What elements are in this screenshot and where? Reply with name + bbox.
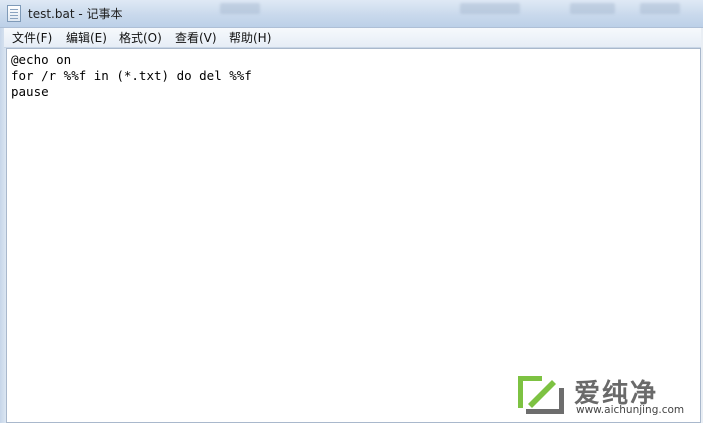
background-window-ghost [570, 3, 615, 14]
menu-file[interactable]: 文件(F) [12, 30, 52, 46]
title-bar[interactable]: test.bat - 记事本 [0, 0, 703, 28]
watermark: 爱纯净 www.aichunjing.com [512, 370, 700, 420]
window-title: test.bat - 记事本 [28, 7, 123, 21]
background-window-ghost [640, 3, 680, 14]
text-editor[interactable]: @echo on for /r %%f in (*.txt) do del %%… [6, 48, 701, 423]
aichunjing-logo [514, 372, 568, 418]
menu-bar: 文件(F) 编辑(E) 格式(O) 查看(V) 帮助(H) [4, 28, 701, 48]
menu-help[interactable]: 帮助(H) [229, 30, 271, 46]
notepad-icon [7, 5, 21, 22]
background-window-ghost [460, 3, 520, 14]
watermark-url: www.aichunjing.com [576, 404, 685, 416]
background-window-ghost [220, 3, 260, 14]
menu-edit[interactable]: 编辑(E) [66, 30, 107, 46]
menu-format[interactable]: 格式(O) [119, 30, 162, 46]
editor-content[interactable]: @echo on for /r %%f in (*.txt) do del %%… [11, 52, 252, 100]
menu-view[interactable]: 查看(V) [175, 30, 217, 46]
